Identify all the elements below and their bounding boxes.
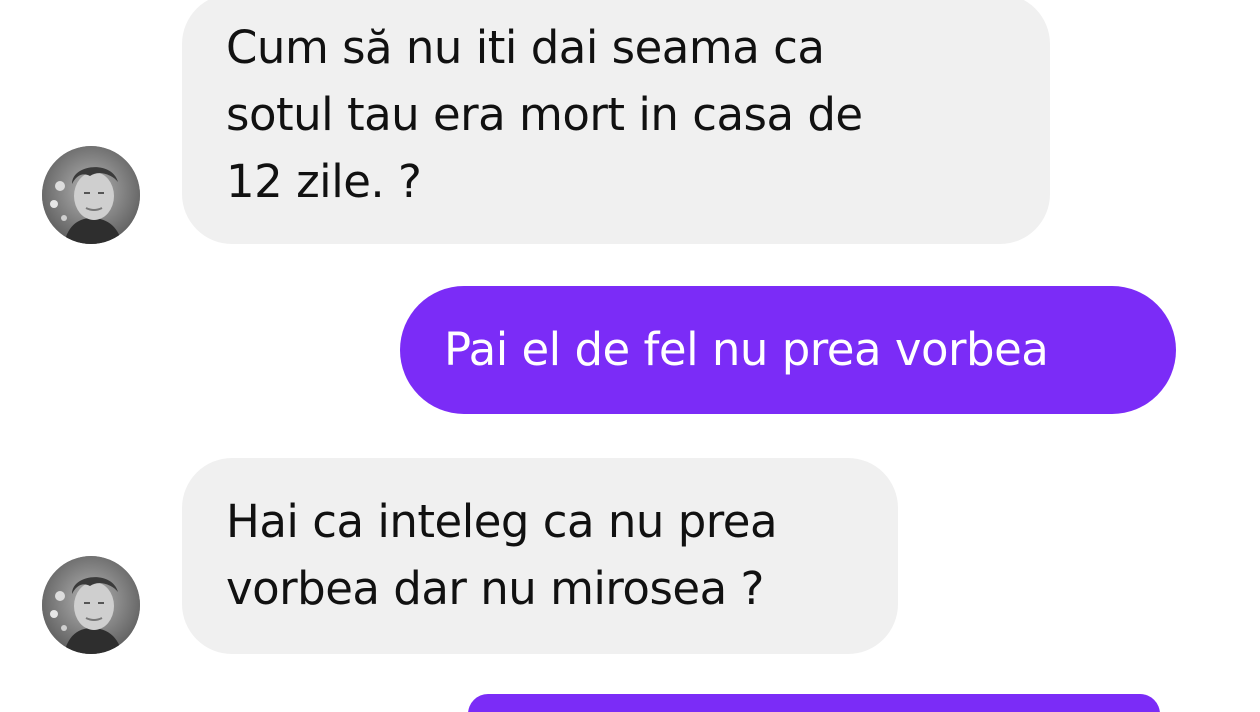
contact-avatar[interactable] [42, 556, 140, 654]
message-text-line: sotul tau era mort in casa de [226, 88, 863, 141]
message-text-line: Pai el de fel nu prea vorbea [444, 323, 1049, 376]
contact-avatar[interactable] [42, 146, 140, 244]
message-text-line: vorbea dar nu mirosea ? [226, 562, 764, 615]
message-text-line: Cum să nu iti dai seama ca [226, 21, 825, 74]
chat-thread: Cum să nu iti dai seama ca sotul tau era… [0, 0, 1260, 712]
message-text-line: 12 zile. ? [226, 155, 422, 208]
outgoing-message[interactable] [468, 694, 1160, 712]
incoming-message[interactable]: Hai ca inteleg ca nu prea vorbea dar nu … [182, 458, 898, 654]
message-text-line: Hai ca inteleg ca nu prea [226, 495, 778, 548]
outgoing-message[interactable]: Pai el de fel nu prea vorbea [400, 286, 1176, 414]
incoming-message[interactable]: Cum să nu iti dai seama ca sotul tau era… [182, 0, 1050, 244]
